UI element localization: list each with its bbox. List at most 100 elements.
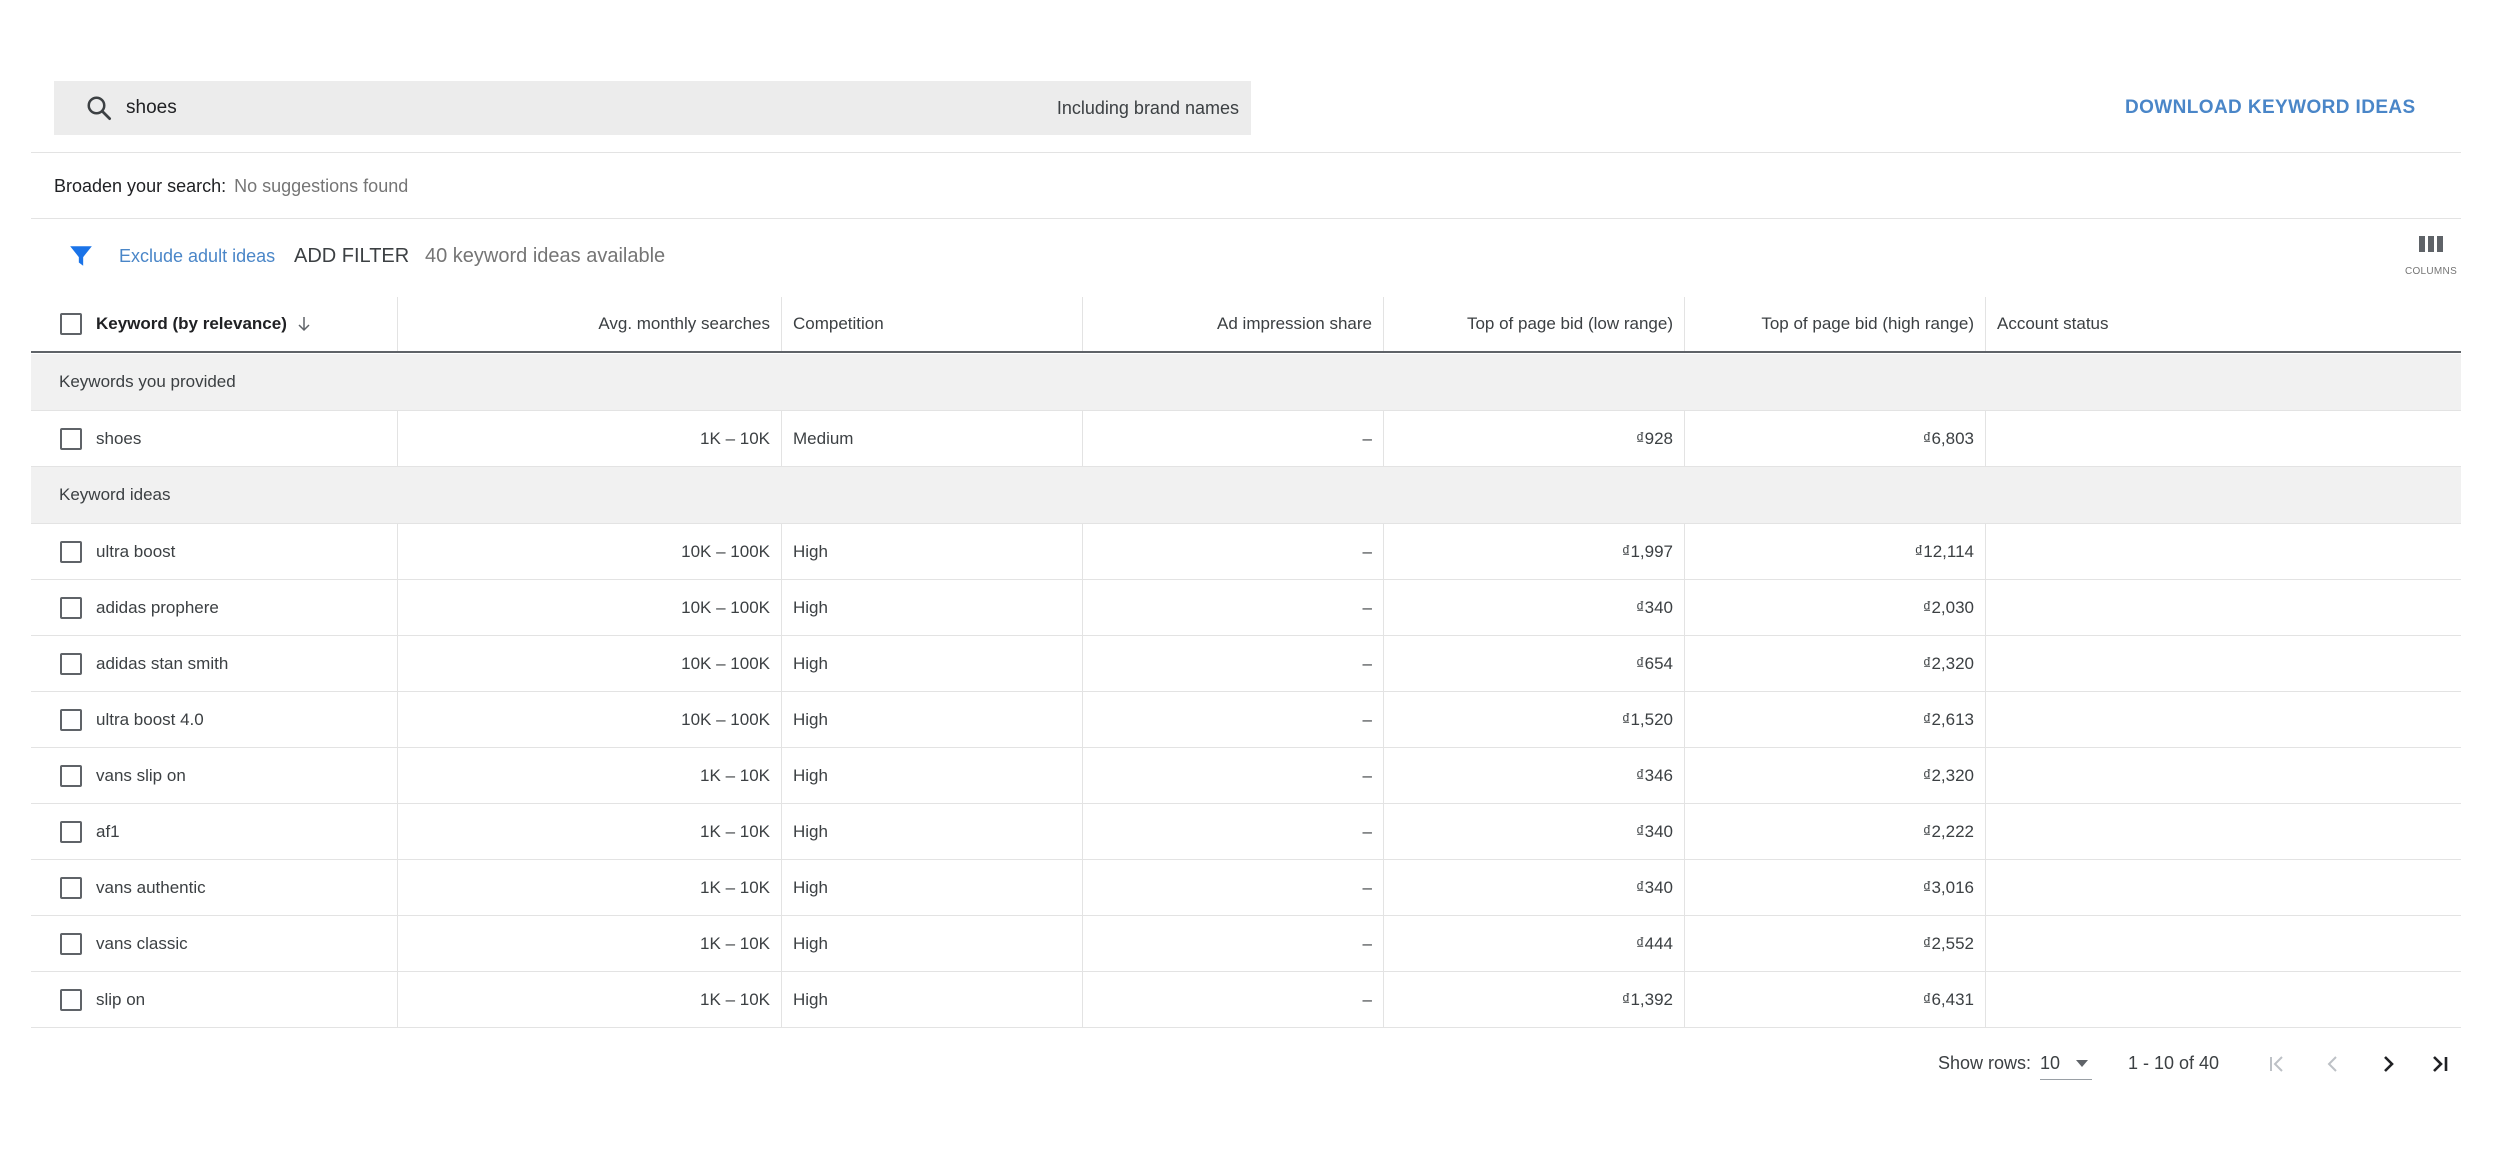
header-keyword[interactable]: Keyword (by relevance): [96, 297, 396, 351]
cell-avg-monthly-searches: 10K – 100K: [397, 524, 781, 579]
cell-bid-low: ₫1,520: [1383, 692, 1684, 747]
add-filter-button[interactable]: ADD FILTER: [294, 244, 409, 268]
table-group-row: Keyword ideas: [31, 467, 2461, 524]
cell-bid-high: ₫3,016: [1684, 860, 1985, 915]
cell-keyword: ultra boost 4.0: [96, 709, 204, 729]
row-checkbox[interactable]: [60, 876, 82, 899]
cell-account-status: [1985, 411, 2461, 466]
divider: [31, 218, 2461, 219]
cell-bid-low: ₫340: [1383, 804, 1684, 859]
header-avg-monthly-searches[interactable]: Avg. monthly searches: [397, 297, 781, 351]
cell-competition: High: [781, 748, 1082, 803]
cell-bid-high: ₫12,114: [1684, 524, 1985, 579]
cell-ad-impression-share: –: [1082, 916, 1383, 971]
table-header-row: Keyword (by relevance) Avg. monthly sear…: [31, 297, 2461, 353]
table-row[interactable]: adidas prophere 10K – 100K High – ₫340 ₫2,030: [31, 580, 2461, 636]
cell-keyword: af1: [96, 821, 120, 841]
table-row[interactable]: slip on 1K – 10K High – ₫1,392 ₫6,431: [31, 972, 2461, 1028]
cell-bid-low: ₫346: [1383, 748, 1684, 803]
cell-account-status: [1985, 692, 2461, 747]
table-row[interactable]: shoes 1K – 10K Medium – ₫928 ₫6,803: [31, 411, 2461, 467]
cell-keyword: adidas prophere: [96, 597, 219, 617]
columns-button[interactable]: COLUMNS: [2400, 234, 2462, 284]
cell-competition: High: [781, 916, 1082, 971]
row-checkbox[interactable]: [60, 652, 82, 675]
broaden-search: Broaden your search: No suggestions found: [54, 173, 408, 199]
cell-keyword: vans slip on: [96, 765, 186, 785]
cell-competition: High: [781, 580, 1082, 635]
table-row[interactable]: vans slip on 1K – 10K High – ₫346 ₫2,320: [31, 748, 2461, 804]
cell-bid-low: ₫444: [1383, 916, 1684, 971]
table-group-row: Keywords you provided: [31, 354, 2461, 411]
cell-competition: High: [781, 636, 1082, 691]
header-competition[interactable]: Competition: [781, 297, 1082, 351]
cell-account-status: [1985, 748, 2461, 803]
cell-bid-low: ₫340: [1383, 860, 1684, 915]
divider: [31, 152, 2461, 153]
table-row[interactable]: vans classic 1K – 10K High – ₫444 ₫2,552: [31, 916, 2461, 972]
cell-competition: High: [781, 972, 1082, 1027]
brand-names-toggle[interactable]: Including brand names: [1057, 81, 1239, 135]
keyword-ideas-count: 40 keyword ideas available: [425, 245, 666, 267]
cell-keyword: vans classic: [96, 933, 188, 953]
header-account-status[interactable]: Account status: [1985, 297, 2461, 351]
row-checkbox[interactable]: [60, 708, 82, 731]
cell-bid-high: ₫2,552: [1684, 916, 1985, 971]
cell-competition: Medium: [781, 411, 1082, 466]
cell-competition: High: [781, 860, 1082, 915]
table-row[interactable]: vans authentic 1K – 10K High – ₫340 ₫3,016: [31, 860, 2461, 916]
group-label: Keywords you provided: [59, 372, 236, 391]
cell-bid-low: ₫1,392: [1383, 972, 1684, 1027]
row-checkbox[interactable]: [60, 932, 82, 955]
table-row[interactable]: adidas stan smith 10K – 100K High – ₫654 ₫2,3…: [31, 636, 2461, 692]
cell-account-status: [1985, 524, 2461, 579]
header-bid-high[interactable]: Top of page bid (high range): [1684, 297, 1985, 351]
row-checkbox[interactable]: [60, 596, 82, 619]
header-bid-low[interactable]: Top of page bid (low range): [1383, 297, 1684, 351]
cell-bid-high: ₫2,320: [1684, 636, 1985, 691]
cell-bid-low: ₫1,997: [1383, 524, 1684, 579]
table-row[interactable]: af1 1K – 10K High – ₫340 ₫2,222: [31, 804, 2461, 860]
exclude-adult-ideas-filter[interactable]: Exclude adult ideas: [119, 244, 275, 268]
row-checkbox[interactable]: [60, 427, 82, 450]
sort-arrow-down-icon: [298, 317, 310, 332]
cell-bid-low: ₫340: [1383, 580, 1684, 635]
cell-avg-monthly-searches: 1K – 10K: [397, 916, 781, 971]
next-page-icon[interactable]: [2373, 1049, 2403, 1079]
cell-keyword: shoes: [96, 428, 142, 448]
show-rows-label: Show rows:: [1938, 1053, 2032, 1073]
header-ad-impression-share[interactable]: Ad impression share: [1082, 297, 1383, 351]
cell-keyword: slip on: [96, 989, 146, 1009]
cell-avg-monthly-searches: 1K – 10K: [397, 860, 781, 915]
download-keyword-ideas-button[interactable]: DOWNLOAD KEYWORD IDEAS: [2125, 93, 2416, 123]
previous-page-icon[interactable]: [2318, 1049, 2348, 1079]
keyword-search-bar[interactable]: shoes Including brand names: [54, 81, 1251, 135]
row-checkbox[interactable]: [60, 540, 82, 563]
funnel-filter-icon[interactable]: [68, 243, 94, 269]
last-page-icon[interactable]: [2425, 1049, 2455, 1079]
cell-bid-high: ₫2,222: [1684, 804, 1985, 859]
cell-account-status: [1985, 580, 2461, 635]
chevron-down-icon: [2076, 1060, 2088, 1067]
row-checkbox[interactable]: [60, 988, 82, 1011]
cell-bid-high: ₫2,613: [1684, 692, 1985, 747]
table-row[interactable]: ultra boost 4.0 10K – 100K High – ₫1,520 ₫2,6…: [31, 692, 2461, 748]
cell-bid-high: ₫2,320: [1684, 748, 1985, 803]
search-input[interactable]: shoes: [126, 81, 177, 135]
cell-keyword: adidas stan smith: [96, 653, 229, 673]
cell-bid-high: ₫6,803: [1684, 411, 1985, 466]
cell-bid-low: ₫654: [1383, 636, 1684, 691]
cell-ad-impression-share: –: [1082, 804, 1383, 859]
cell-ad-impression-share: –: [1082, 692, 1383, 747]
rows-per-page-select[interactable]: 10: [2040, 1046, 2092, 1080]
cell-ad-impression-share: –: [1082, 972, 1383, 1027]
first-page-icon[interactable]: [2262, 1049, 2292, 1079]
cell-ad-impression-share: –: [1082, 524, 1383, 579]
group-label: Keyword ideas: [59, 485, 171, 504]
table-row[interactable]: ultra boost 10K – 100K High – ₫1,997 ₫12,114: [31, 524, 2461, 580]
select-all-checkbox[interactable]: [60, 313, 82, 335]
row-checkbox[interactable]: [60, 820, 82, 843]
row-checkbox[interactable]: [60, 764, 82, 787]
broaden-search-value: No suggestions found: [234, 176, 409, 196]
broaden-search-label: Broaden your search:: [54, 176, 227, 196]
